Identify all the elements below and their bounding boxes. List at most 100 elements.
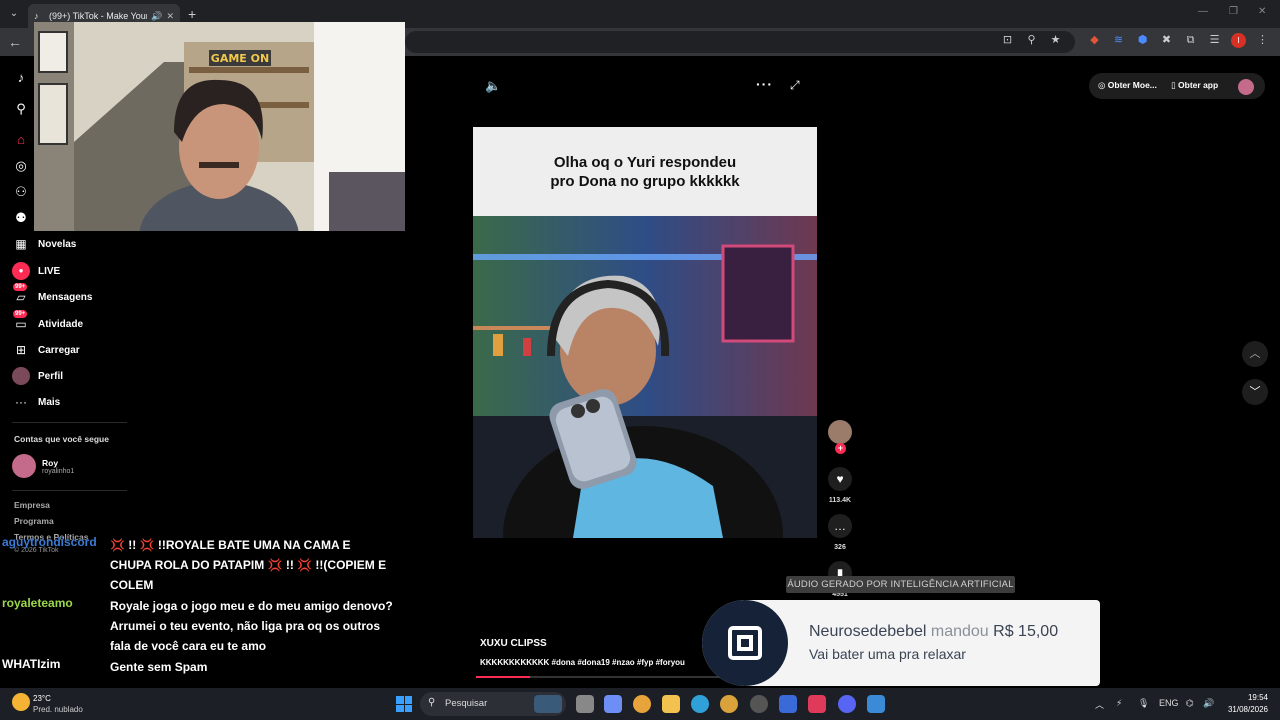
explore-icon[interactable]: ◎ <box>13 158 29 174</box>
friends-icon[interactable]: ⚉ <box>13 210 29 226</box>
tiktok-app-icon[interactable] <box>808 695 826 713</box>
ai-audio-label: ÁUDIO GERADO POR INTELIGÊNCIA ARTIFICIAL <box>786 576 1015 593</box>
reading-list-icon[interactable]: ☰ <box>1207 33 1222 48</box>
tab-audio-icon[interactable]: 🔊 <box>151 11 162 22</box>
search-icon: ⚲ <box>428 697 436 708</box>
maximize-icon[interactable]: ❐ <box>1229 6 1238 17</box>
clock-time[interactable]: 19:54 <box>1220 693 1268 702</box>
sidebar-item-novelas[interactable]: ▦ Novelas <box>12 234 76 254</box>
obs-icon[interactable] <box>750 695 768 713</box>
extension-audio-icon[interactable]: ≋ <box>1111 33 1126 48</box>
caption-line: pro Dona no grupo kkkkkk <box>550 172 740 190</box>
chat-message: aguytrondiscord 💢 !! 💢 !!ROYALE BATE UMA… <box>0 535 400 595</box>
sidebar-item-atividade[interactable]: ▭ 99+ Atividade <box>12 310 83 334</box>
footer-link-programa[interactable]: Programa <box>14 516 54 526</box>
extension-icon[interactable]: ◆ <box>1087 33 1102 48</box>
video-author[interactable]: XUXU CLIPSS <box>480 638 547 649</box>
extension-x-icon[interactable]: ✖ <box>1159 33 1174 48</box>
webcam-feed: GAME ON <box>34 22 405 231</box>
avatar[interactable] <box>1238 79 1254 95</box>
zoom-icon[interactable]: ⚲ <box>1024 33 1039 48</box>
notification-badge: 99+ <box>13 310 28 318</box>
address-bar[interactable] <box>405 31 1075 53</box>
sidebar-item-perfil[interactable]: Perfil <box>12 366 63 386</box>
avatar <box>12 367 30 385</box>
next-video-chevron-down-icon[interactable]: ﹀ <box>1242 379 1268 405</box>
browser-menu-icon[interactable]: ⋮ <box>1255 33 1270 48</box>
back-icon[interactable]: ← <box>8 34 22 50</box>
video-progress-fill <box>476 676 531 678</box>
sidebar-item-mais[interactable]: ··· Mais <box>12 392 60 412</box>
tray-language[interactable]: ENG <box>1159 698 1179 708</box>
volume-icon[interactable]: 🔈 <box>485 78 501 94</box>
followed-account[interactable]: Roy royalinho1 <box>12 454 74 478</box>
sidebar-item-carregar[interactable]: ⊞ Carregar <box>12 340 80 360</box>
donation-logo-icon <box>702 600 788 686</box>
donor-name: Neurosedebebel <box>809 623 927 640</box>
profile-icon[interactable]: I <box>1231 33 1246 48</box>
sidebar-item-label: LIVE <box>38 265 61 277</box>
chat-text: 💢 !! 💢 !!ROYALE BATE UMA NA CAMA E CHUPA… <box>110 538 387 592</box>
tray-mic-icon[interactable]: 🎙 <box>1138 698 1149 709</box>
minimize-icon[interactable]: — <box>1198 6 1208 17</box>
chat-message: royaleteamo Royale joga o jogo meu e do … <box>0 596 400 656</box>
extensions-puzzle-icon[interactable]: ⧉ <box>1183 33 1198 48</box>
get-coins-button[interactable]: ◎ Obter Moe... <box>1098 80 1157 91</box>
follow-plus-icon[interactable]: + <box>835 443 846 454</box>
tab-title: (99+) TikTok - Make Your Day <box>49 11 148 21</box>
sidebar-item-label: Mensagens <box>38 291 93 303</box>
app-icon[interactable] <box>867 695 885 713</box>
sidebar-item-live[interactable]: ● LIVE <box>12 261 60 281</box>
caption-line: Olha oq o Yuri respondeu <box>553 153 737 171</box>
tiktok-favicon-icon: ♪ <box>34 11 39 21</box>
video-player[interactable]: Olha oq o Yuri respondeu pro Dona no gru… <box>473 127 817 538</box>
creator-avatar[interactable] <box>828 420 852 444</box>
weather-icon[interactable] <box>12 693 30 711</box>
fullscreen-icon[interactable]: ⤢ <box>790 78 800 93</box>
sidebar-item-mensagens[interactable]: ▱ 99+ Mensagens <box>12 283 93 307</box>
new-tab-button[interactable]: + <box>188 6 196 22</box>
film-icon: ▦ <box>15 237 27 251</box>
window-close-icon[interactable]: ✕ <box>1258 6 1266 17</box>
video-hashtags[interactable]: KKKKKKKKKKKK #dona #dona19 #nzao #fyp #f… <box>480 658 685 667</box>
app-icon[interactable] <box>779 695 797 713</box>
footer-link-empresa[interactable]: Empresa <box>14 500 50 510</box>
clock-date[interactable]: 31/08/2026 <box>1220 705 1268 714</box>
tray-wifi-icon[interactable]: ⌬ <box>1186 698 1194 709</box>
taskbar-search-placeholder: Pesquisar <box>445 698 488 709</box>
tab-search-icon[interactable]: ⌄ <box>6 6 22 22</box>
translate-icon[interactable]: ⊡ <box>1000 33 1015 48</box>
video-caption-overlay: Olha oq o Yuri respondeu pro Dona no gru… <box>473 127 817 216</box>
discord-icon[interactable] <box>838 695 856 713</box>
previous-video-chevron-up-icon[interactable]: ︿ <box>1242 341 1268 367</box>
chrome-profile-icon[interactable] <box>720 695 738 713</box>
file-explorer-icon[interactable] <box>662 695 680 713</box>
tray-network-icon[interactable]: ⚡ <box>1116 698 1122 709</box>
edge-icon[interactable] <box>691 695 709 713</box>
task-view-icon[interactable] <box>576 695 594 713</box>
windows-start-icon[interactable] <box>396 696 412 712</box>
weather-desc[interactable]: Pred. nublado <box>33 705 83 714</box>
search-icon[interactable]: ⚲ <box>13 101 29 117</box>
live-icon: ● <box>12 262 30 280</box>
tray-chevron-up-icon[interactable]: ︿ <box>1095 698 1104 711</box>
tray-volume-icon[interactable]: 🔊 <box>1203 698 1214 709</box>
home-icon[interactable]: ⌂ <box>13 132 29 148</box>
bookmark-star-icon[interactable]: ★ <box>1048 33 1063 48</box>
divider <box>12 490 127 491</box>
chrome-icon[interactable] <box>633 695 651 713</box>
like-heart-icon[interactable]: ♥ <box>828 467 852 491</box>
extension-shield-icon[interactable]: ⬢ <box>1135 33 1150 48</box>
tiktok-logo-icon[interactable]: ♪ <box>13 70 29 86</box>
weather-temp[interactable]: 23°C <box>33 694 51 703</box>
following-icon[interactable]: ⚇ <box>13 184 29 200</box>
account-name: Roy <box>42 457 59 468</box>
donation-amount: R$ 15,00 <box>993 623 1059 640</box>
comment-icon[interactable]: … <box>828 514 852 538</box>
copilot-icon[interactable] <box>604 695 622 713</box>
get-app-button[interactable]: ▯ Obter app <box>1171 80 1218 91</box>
toolbar-icons: ⊡ ⚲ ★ ◆ ≋ ⬢ ✖ ⧉ ☰ I ⋮ <box>1000 33 1270 48</box>
tab-close-icon[interactable]: ✕ <box>166 11 174 22</box>
more-options-icon[interactable]: ··· <box>756 76 773 92</box>
donation-verb: mandou <box>930 623 989 640</box>
